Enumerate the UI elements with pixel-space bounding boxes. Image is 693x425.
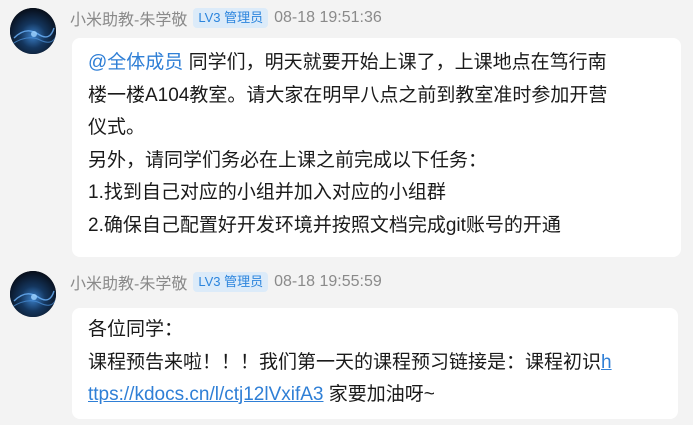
avatar[interactable] [10,8,56,54]
sender-name[interactable]: 小米助教-朱学敬 [70,6,187,30]
message-text: 家要加油呀~ [323,384,435,405]
message-line: @全体成员 同学们，明天就要开始上课了，上课地点在笃行南 [88,47,667,80]
message-line: 2.确保自己配置好开发环境并按照文档完成git账号的开通 [88,214,561,236]
message-line: 1.找到自己对应的小组并加入对应的小组群 [88,182,446,203]
chat-message: 小米助教-朱学敬 LV3 管理员 08-18 19:55:59 各位同学： 课程… [0,265,693,425]
timestamp: 08-18 19:55:59 [274,273,382,290]
message-line: 楼一楼A104教室。请大家在明早八点之前到教室准时参加开营 [88,84,608,106]
course-link[interactable]: ttps://kdocs.cn/l/ctj12lVxifA3 [88,384,324,405]
sender-name[interactable]: 小米助教-朱学敬 [70,270,187,294]
message-text: 同学们，明天就要开始上课了，上课地点在笃行南 [183,52,607,73]
avatar-image [10,271,56,317]
avatar[interactable] [10,271,56,317]
message-line: 课程预告来啦！！！我们第一天的课程预习链接是：课程初识h [88,347,664,380]
timestamp: 08-18 19:51:36 [274,9,382,26]
message-line: 仪式。 [88,117,146,138]
message-meta: 小米助教-朱学敬 LV3 管理员 08-18 19:55:59 [70,271,382,293]
chat-message: 小米助教-朱学敬 LV3 管理员 08-18 19:51:36 @全体成员 同学… [0,0,693,263]
course-link-start[interactable]: h [601,352,612,373]
avatar-image [10,8,56,54]
message-line: 各位同学： [88,319,184,340]
message-text: 课程预告来啦！！！我们第一天的课程预习链接是：课程初识 [88,351,602,373]
role-badge: LV3 管理员 [193,8,269,28]
message-bubble[interactable]: 各位同学： 课程预告来啦！！！我们第一天的课程预习链接是：课程初识h ttps:… [72,308,678,419]
message-line: ttps://kdocs.cn/l/ctj12lVxifA3 家要加油呀~ [88,379,664,412]
message-meta: 小米助教-朱学敬 LV3 管理员 08-18 19:51:36 [70,7,382,29]
message-bubble[interactable]: @全体成员 同学们，明天就要开始上课了，上课地点在笃行南 楼一楼A104教室。请… [72,38,681,257]
role-badge: LV3 管理员 [193,272,269,292]
message-line: 另外，请同学们务必在上课之前完成以下任务： [88,149,488,171]
mention-all[interactable]: @全体成员 [88,52,183,73]
